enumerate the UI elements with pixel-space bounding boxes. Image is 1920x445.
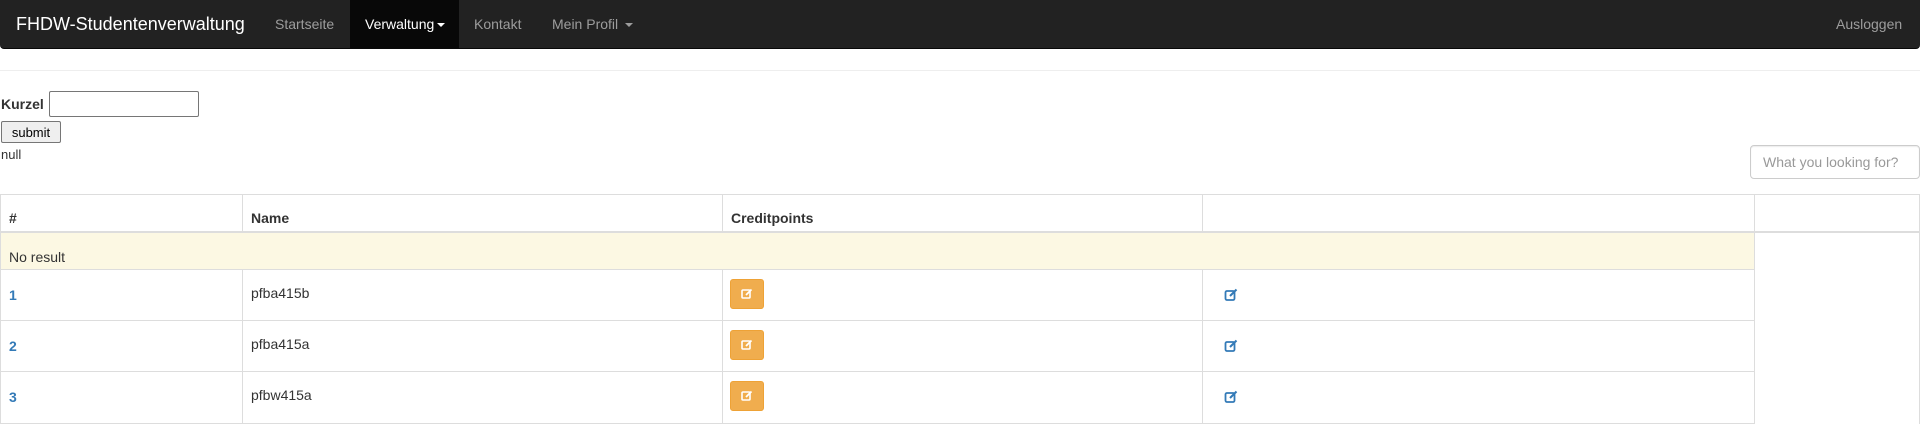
nav-verwaltung-dropdown[interactable]: Verwaltung: [350, 0, 459, 49]
caret-down-icon: [437, 23, 446, 28]
row-id-link[interactable]: 2: [9, 338, 17, 354]
creditpoints-button[interactable]: [730, 330, 764, 360]
logout-link[interactable]: Ausloggen: [1836, 0, 1902, 49]
nav-verwaltung-label: Verwaltung: [365, 16, 435, 32]
col-border: [1202, 269, 1203, 424]
col-border: [1754, 194, 1755, 424]
top-navbar: FHDW-Studentenverwaltung Startseite Verw…: [0, 0, 1920, 49]
row-border: [0, 320, 1755, 321]
nav-kontakt[interactable]: Kontakt: [474, 0, 521, 49]
nav-kontakt-label: Kontakt: [474, 16, 522, 32]
row-border: [0, 423, 1755, 424]
row-border: [0, 269, 1755, 270]
edit-icon[interactable]: [1222, 286, 1240, 304]
edit-icon[interactable]: [1222, 337, 1240, 355]
nav-mein-profil-dropdown[interactable]: Mein Profil: [552, 0, 634, 49]
header-number: #: [9, 210, 17, 226]
header-actions: [1203, 202, 1219, 218]
result-text: null: [1, 147, 22, 162]
row-id-cell: 2: [1, 330, 25, 362]
kurzel-input[interactable]: [49, 91, 199, 117]
logout-label: Ausloggen: [1836, 16, 1903, 32]
header-name: Name: [251, 210, 290, 226]
divider: [0, 70, 1920, 71]
submit-button[interactable]: submit: [1, 121, 61, 143]
nav-startseite-label: Startseite: [275, 16, 335, 32]
table-border-top: [0, 194, 1920, 195]
students-table: # Name Creditpoints No result 1 pfba415b…: [0, 194, 1920, 424]
header-extra: [1755, 202, 1771, 218]
row-id-link[interactable]: 1: [9, 287, 17, 303]
search-input[interactable]: [1750, 145, 1920, 179]
edit-icon[interactable]: [1222, 388, 1240, 406]
edit-icon: [741, 288, 753, 299]
creditpoints-button[interactable]: [730, 381, 764, 411]
row-id-cell: 1: [1, 279, 25, 311]
warning-row-bg: [1, 232, 1754, 269]
nav-mein-profil-label: Mein Profil: [552, 16, 619, 32]
empty-message: No result: [9, 249, 66, 265]
row-name: pfbw415a: [251, 387, 312, 403]
col-border: [722, 269, 723, 424]
nav-startseite[interactable]: Startseite: [262, 0, 347, 49]
row-name: pfba415b: [251, 285, 310, 301]
edit-icon: [741, 339, 753, 350]
row-border: [0, 371, 1755, 372]
brand-link[interactable]: FHDW-Studentenverwaltung: [16, 0, 245, 49]
edit-icon: [741, 390, 753, 401]
creditpoints-button[interactable]: [730, 279, 764, 309]
row-id-link[interactable]: 3: [9, 389, 17, 405]
header-creditpoints: Creditpoints: [731, 210, 814, 226]
row-name: pfba415a: [251, 336, 310, 352]
caret-down-icon: [625, 23, 634, 28]
kurzel-label: Kurzel: [1, 96, 44, 112]
row-id-cell: 3: [1, 381, 25, 413]
